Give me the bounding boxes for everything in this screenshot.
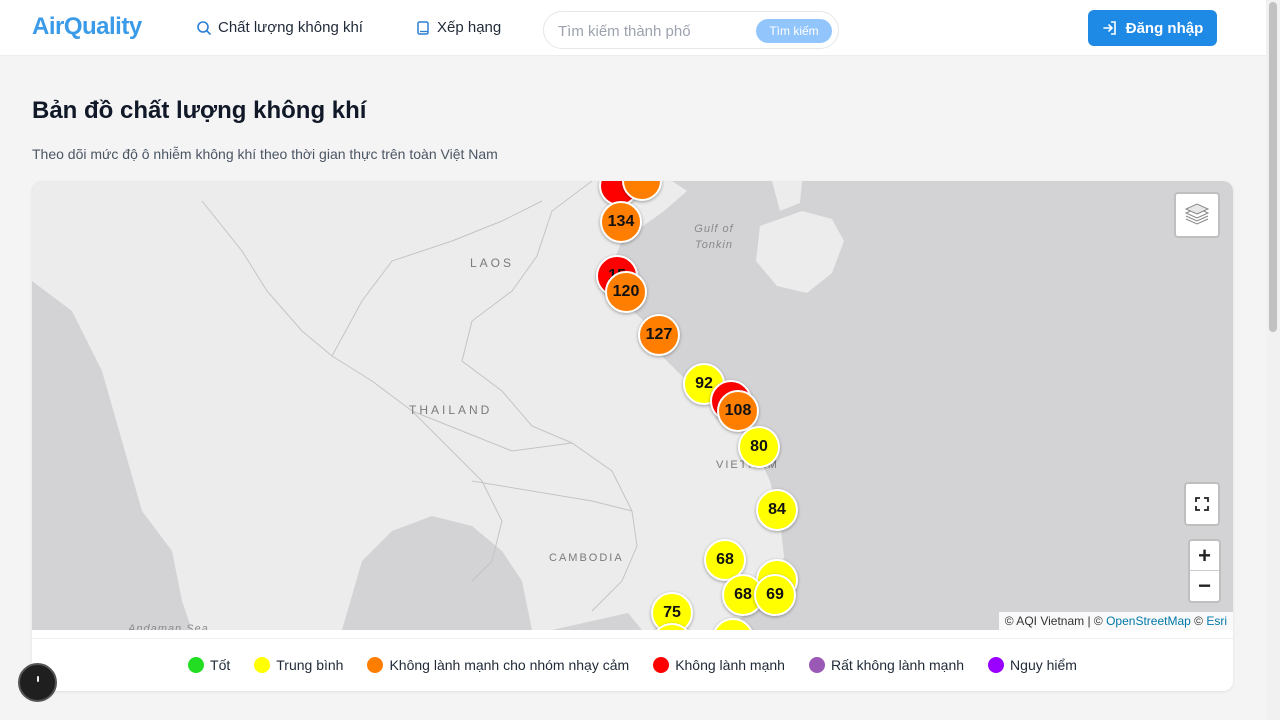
aqi-map[interactable]: LAOS THAILAND CAMBODIA VIETNAM Gulf of T… [32, 181, 1233, 630]
login-icon [1102, 21, 1116, 35]
legend-dot [653, 657, 670, 673]
legend-label: Rất không lành mạnh [830, 657, 965, 673]
nav-air-quality-label: Chất lượng không khí [218, 19, 363, 36]
osm-link[interactable]: OpenStreetMap [1106, 614, 1191, 628]
esri-link[interactable]: Esri [1206, 614, 1227, 628]
aqi-marker[interactable]: 69 [754, 574, 796, 616]
legend-item: Không lành mạnh cho nhóm nhạy cảm [367, 657, 629, 673]
login-label: Đăng nhập [1125, 19, 1204, 37]
scrollbar-thumb[interactable] [1269, 2, 1277, 332]
legend-label: Trung bình [276, 657, 344, 673]
zoom-in-button[interactable]: + [1190, 541, 1219, 571]
legend-label: Không lành mạnh [675, 657, 785, 673]
nav-ranking-label: Xếp hạng [437, 19, 502, 36]
logo[interactable]: AirQuality [32, 13, 142, 41]
zoom-out-button[interactable]: − [1190, 571, 1219, 601]
page-scrollbar[interactable] [1266, 0, 1280, 720]
aqi-legend: Tốt Trung bình Không lành mạnh cho nhóm nh… [32, 638, 1233, 691]
legend-dot [188, 657, 205, 673]
attribution-mid: © [1190, 614, 1207, 628]
layers-icon [1184, 203, 1210, 225]
search-box: Tìm kiếm [543, 11, 839, 49]
map-card: LAOS THAILAND CAMBODIA VIETNAM Gulf of T… [32, 181, 1233, 691]
aqi-marker[interactable]: 120 [605, 271, 647, 313]
legend-item: Không lành mạnh [653, 657, 785, 673]
label-gulf-of-tonkin: Gulf of Tonkin [694, 223, 734, 251]
map-attribution: © AQI Vietnam | © OpenStreetMap © Esri [998, 612, 1233, 630]
label-laos: LAOS [470, 256, 515, 270]
label-andaman-sea: Andaman Sea [128, 623, 209, 630]
legend-dot [988, 657, 1005, 673]
search-input[interactable] [558, 20, 748, 42]
nav-ranking[interactable]: Xếp hạng [415, 19, 501, 36]
label-thailand: THAILAND [409, 403, 493, 417]
legend-label: Nguy hiểm [1010, 657, 1077, 673]
search-icon [197, 20, 211, 35]
login-button[interactable]: Đăng nhập [1088, 10, 1217, 46]
aqi-marker[interactable]: 84 [756, 489, 798, 531]
nav-air-quality[interactable]: Chất lượng không khí [196, 19, 363, 36]
legend-dot [367, 657, 384, 673]
legend-label: Không lành mạnh cho nhóm nhạy cảm [389, 657, 630, 673]
top-navbar: AirQuality Chất lượng không khí Xếp hạng… [0, 0, 1266, 56]
legend-item: Trung bình [254, 657, 343, 673]
aqi-marker[interactable]: 80 [738, 426, 780, 468]
label-cambodia: CAMBODIA [549, 552, 624, 564]
zoom-control: + − [1188, 539, 1221, 603]
legend-item: Tốt [188, 657, 230, 673]
power-icon [36, 675, 39, 682]
legend-dot [254, 657, 271, 673]
page-title: Bản đồ chất lượng không khí [32, 97, 367, 124]
book-icon [417, 20, 429, 35]
page-subtitle: Theo dõi mức độ ô nhiễm không khí theo t… [32, 146, 498, 162]
search-button[interactable]: Tìm kiếm [756, 19, 832, 43]
fullscreen-button[interactable] [1184, 482, 1220, 526]
fullscreen-icon [1195, 497, 1209, 511]
aqi-marker[interactable]: 134 [600, 201, 642, 243]
layers-button[interactable] [1174, 192, 1220, 238]
attribution-prefix: © AQI Vietnam | © [1004, 614, 1107, 628]
floating-action-button[interactable] [18, 663, 57, 702]
legend-label: Tốt [210, 657, 231, 673]
legend-item: Nguy hiểm [988, 657, 1077, 673]
legend-dot [808, 657, 825, 673]
map-basemap [32, 181, 844, 630]
aqi-marker[interactable]: 127 [638, 314, 680, 356]
legend-item: Rất không lành mạnh [808, 657, 965, 673]
